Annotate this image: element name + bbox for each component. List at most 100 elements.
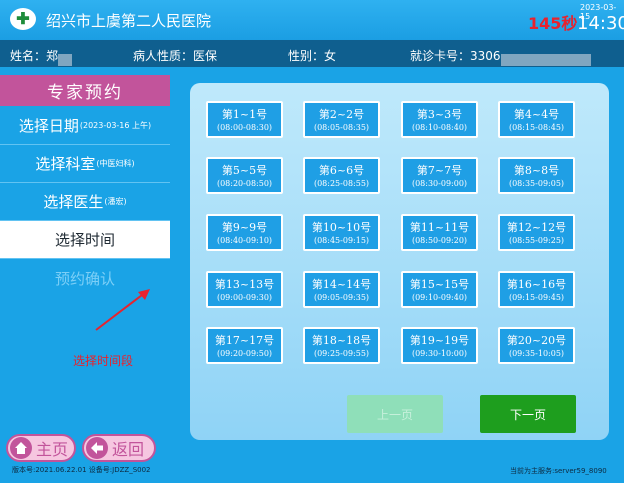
time-slot-button[interactable]: 第13~13号 (09:00-09:30) bbox=[206, 271, 283, 308]
cross-icon: ✚ bbox=[16, 9, 30, 28]
step-label: 选择日期 bbox=[18, 117, 79, 135]
redacted-block bbox=[500, 54, 591, 66]
slot-time-range: (08:45-09:15) bbox=[313, 236, 370, 245]
slot-number: 第3~3号 bbox=[416, 108, 463, 121]
time-slot-button[interactable]: 第5~5号 (08:20-08:50) bbox=[206, 157, 283, 194]
slot-time-range: (09:10-09:40) bbox=[411, 293, 468, 302]
slot-time-range: (08:30-09:00) bbox=[411, 179, 468, 188]
time-slot-button[interactable]: 第19~19号 (09:30-10:00) bbox=[401, 327, 478, 364]
time-slot-button[interactable]: 第2~2号 (08:05-08:35) bbox=[303, 101, 380, 138]
slot-number: 第19~19号 bbox=[409, 334, 470, 347]
back-arrow-icon bbox=[86, 437, 108, 459]
step-detail: (2023-03-16 上午) bbox=[79, 121, 152, 130]
patient-info-bar: 姓名：郑 病人性质：医保 性别：女 就诊卡号：3306 bbox=[0, 40, 624, 67]
patient-name-label: 姓名： bbox=[10, 49, 47, 63]
slot-number: 第1~1号 bbox=[221, 108, 268, 121]
slot-time-range: (09:00-09:30) bbox=[216, 293, 273, 302]
slot-time-range: (09:15-09:45) bbox=[508, 293, 565, 302]
slot-number: 第20~20号 bbox=[506, 334, 567, 347]
slot-time-range: (08:40-09:10) bbox=[216, 236, 273, 245]
home-button[interactable]: 主页 bbox=[6, 434, 76, 462]
patient-name: 姓名：郑 bbox=[10, 47, 73, 66]
patient-gender-label: 性别： bbox=[288, 49, 325, 63]
time-slot-button[interactable]: 第9~9号 (08:40-09:10) bbox=[206, 214, 283, 251]
time-slot-button[interactable]: 第15~15号 (09:10-09:40) bbox=[401, 271, 478, 308]
patient-type-value: 医保 bbox=[193, 49, 218, 63]
slot-number: 第18~18号 bbox=[311, 334, 372, 347]
slot-number: 第17~17号 bbox=[214, 334, 275, 347]
time-slot-button[interactable]: 第16~16号 (09:15-09:45) bbox=[498, 271, 575, 308]
step-label: 选择时间 bbox=[54, 231, 115, 249]
step-select-time[interactable]: 选择时间 bbox=[0, 221, 170, 259]
slot-time-range: (09:35-10:05) bbox=[508, 349, 565, 358]
time-slot-button[interactable]: 第12~12号 (08:55-09:25) bbox=[498, 214, 575, 251]
countdown-timer: 145秒 bbox=[528, 14, 578, 33]
slot-time-range: (08:00-08:30) bbox=[216, 123, 273, 132]
patient-card: 就诊卡号：3306 bbox=[410, 47, 591, 66]
slot-number: 第4~4号 bbox=[513, 108, 560, 121]
time-slot-button[interactable]: 第8~8号 (08:35-09:05) bbox=[498, 157, 575, 194]
time-slot-button[interactable]: 第1~1号 (08:00-08:30) bbox=[206, 101, 283, 138]
slot-time-range: (09:25-09:55) bbox=[313, 349, 370, 358]
time-slot-button[interactable]: 第14~14号 (09:05-09:35) bbox=[303, 271, 380, 308]
time-slot-button[interactable]: 第3~3号 (08:10-08:40) bbox=[401, 101, 478, 138]
back-label: 返回 bbox=[112, 440, 145, 459]
patient-type: 病人性质：医保 bbox=[133, 47, 217, 64]
time-slot-button[interactable]: 第18~18号 (09:25-09:55) bbox=[303, 327, 380, 364]
home-icon bbox=[10, 437, 32, 459]
pointer-arrow-icon bbox=[95, 289, 150, 331]
slot-time-range: (08:25-08:55) bbox=[313, 179, 370, 188]
time-slot-button[interactable]: 第4~4号 (08:15-08:45) bbox=[498, 101, 575, 138]
time-slot-button[interactable]: 第11~11号 (08:50-09:20) bbox=[401, 214, 478, 251]
slot-number: 第6~6号 bbox=[318, 164, 365, 177]
patient-type-label: 病人性质： bbox=[133, 49, 194, 63]
slot-number: 第13~13号 bbox=[214, 278, 275, 291]
hint-text: 选择时间段 bbox=[73, 354, 134, 368]
current-time: 14:30 bbox=[577, 13, 624, 34]
slot-number: 第16~16号 bbox=[506, 278, 567, 291]
title-bar: ✚ 绍兴市上虞第二人民医院 145秒 2023-03-15 14:30 bbox=[0, 0, 624, 40]
slot-number: 第14~14号 bbox=[311, 278, 372, 291]
patient-gender: 性别：女 bbox=[288, 47, 336, 64]
step-select-date[interactable]: 选择日期 (2023-03-16 上午) bbox=[0, 107, 170, 145]
hospital-logo: ✚ bbox=[10, 8, 36, 30]
slot-number: 第10~10号 bbox=[311, 221, 372, 234]
prev-page-button[interactable]: 上一页 bbox=[347, 395, 443, 433]
step-label: 选择科室 bbox=[35, 155, 96, 173]
time-slot-button[interactable]: 第7~7号 (08:30-09:00) bbox=[401, 157, 478, 194]
slot-time-range: (08:15-08:45) bbox=[508, 123, 565, 132]
home-label: 主页 bbox=[36, 440, 69, 459]
slot-time-range: (08:50-09:20) bbox=[411, 236, 468, 245]
slot-number: 第12~12号 bbox=[506, 221, 567, 234]
slot-number: 第7~7号 bbox=[416, 164, 463, 177]
slot-number: 第9~9号 bbox=[221, 221, 268, 234]
slot-time-range: (09:30-10:00) bbox=[411, 349, 468, 358]
next-page-button[interactable]: 下一页 bbox=[480, 395, 576, 433]
slot-number: 第8~8号 bbox=[513, 164, 560, 177]
slot-time-range: (09:20-09:50) bbox=[216, 349, 273, 358]
time-slot-button[interactable]: 第10~10号 (08:45-09:15) bbox=[303, 214, 380, 251]
time-slot-button[interactable]: 第6~6号 (08:25-08:55) bbox=[303, 157, 380, 194]
slot-number: 第2~2号 bbox=[318, 108, 365, 121]
redacted-block bbox=[58, 54, 73, 66]
slot-time-range: (08:20-08:50) bbox=[216, 179, 273, 188]
slot-number: 第5~5号 bbox=[221, 164, 268, 177]
menu-title: 专家预约 bbox=[0, 75, 170, 106]
slot-time-range: (08:10-08:40) bbox=[411, 123, 468, 132]
slot-number: 第11~11号 bbox=[409, 221, 470, 234]
slot-number: 第15~15号 bbox=[409, 278, 470, 291]
patient-card-value: 3306 bbox=[470, 49, 501, 63]
patient-card-label: 就诊卡号： bbox=[410, 49, 471, 63]
version-info: 版本号:2021.06.22.01 设备号:JDZZ_S002 bbox=[12, 466, 151, 474]
slot-time-range: (08:35-09:05) bbox=[508, 179, 565, 188]
patient-gender-value: 女 bbox=[324, 49, 337, 63]
time-slot-button[interactable]: 第17~17号 (09:20-09:50) bbox=[206, 327, 283, 364]
step-select-doctor[interactable]: 选择医生 (潘宏) bbox=[0, 183, 170, 221]
step-select-department[interactable]: 选择科室 (中医妇科) bbox=[0, 145, 170, 183]
patient-name-value: 郑 bbox=[46, 49, 59, 63]
back-button[interactable]: 返回 bbox=[82, 434, 156, 462]
time-slot-button[interactable]: 第20~20号 (09:35-10:05) bbox=[498, 327, 575, 364]
hospital-name: 绍兴市上虞第二人民医院 bbox=[46, 12, 212, 30]
step-detail: (潘宏) bbox=[104, 197, 127, 206]
server-info: 当前为主服务:server59_8090 bbox=[510, 467, 607, 475]
